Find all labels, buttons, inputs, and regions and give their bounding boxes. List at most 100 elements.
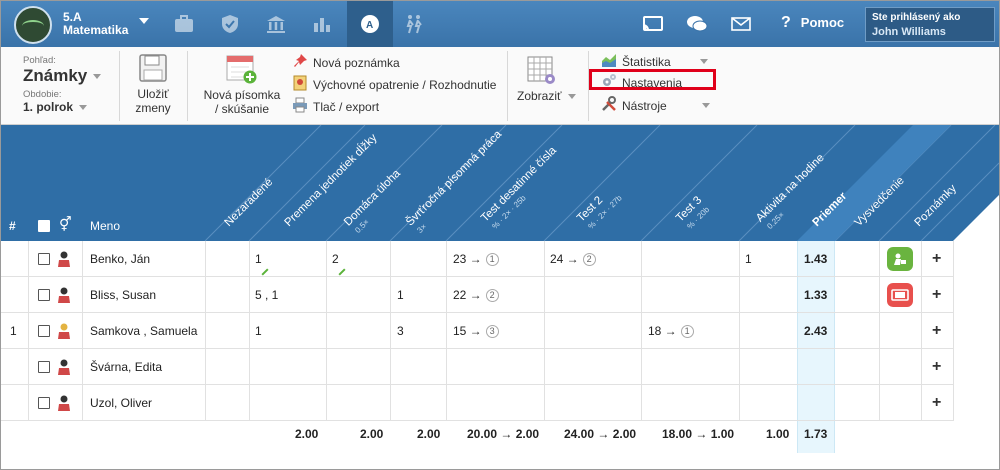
app-window: 5.A Matematika A ? Pomoc Ste prihlásený … <box>0 0 1000 470</box>
grade-domaca[interactable]: 2 <box>332 241 339 277</box>
mail-icon[interactable] <box>730 13 752 35</box>
student-average: 1.43 <box>804 252 828 266</box>
measure-button[interactable]: Výchovné opatrenie / Rozhodnutie <box>292 75 496 94</box>
grade-test2[interactable]: 24 → 2 <box>550 241 596 277</box>
row-checkbox[interactable] <box>38 385 50 421</box>
pin-icon <box>292 53 308 72</box>
footer-aktivita: 1.00 <box>766 427 790 441</box>
student-name[interactable]: Uzol, Oliver <box>90 385 152 421</box>
add-note-button[interactable]: + <box>932 349 941 385</box>
save-label-1: Uložiť <box>137 87 169 101</box>
tools-label: Nástroje <box>622 98 667 113</box>
grade-premena[interactable]: 5 , 1 <box>255 277 278 313</box>
grade-circle: 2 <box>582 252 596 266</box>
divider <box>119 51 120 121</box>
report-card-cell[interactable] <box>887 241 913 277</box>
row-checkbox[interactable] <box>38 277 50 313</box>
table-row[interactable]: Uzol, Oliver + <box>1 385 953 421</box>
grade-test-desatinne[interactable]: 23 → 1 <box>453 241 499 277</box>
gender-icon[interactable]: ⚥ <box>59 216 72 233</box>
add-note-button[interactable]: + <box>932 385 941 421</box>
tools-button[interactable]: Nástroje <box>601 96 710 115</box>
grade-test-desatinne[interactable]: 15 → 3 <box>453 313 499 349</box>
select-all-checkbox[interactable] <box>38 220 50 232</box>
footer-domaca: 2.00 <box>360 427 384 441</box>
measure-label: Výchovné opatrenie / Rozhodnutie <box>313 77 497 92</box>
student-name[interactable]: Samkova , Samuela <box>90 313 197 349</box>
grade-premena[interactable]: 1 <box>255 241 262 277</box>
grid-line <box>953 241 954 421</box>
bar-chart-icon[interactable] <box>299 1 345 47</box>
chat-icon[interactable] <box>686 13 708 35</box>
table-row[interactable]: Švárna, Edita + <box>1 349 953 385</box>
add-note-button[interactable]: + <box>932 241 941 277</box>
print-label: Tlač / export <box>313 99 380 114</box>
user-info[interactable]: Ste prihlásený ako John Williams <box>865 7 995 42</box>
save-label-2: zmeny <box>135 101 171 115</box>
row-checkbox[interactable] <box>38 241 50 277</box>
view-selector[interactable]: Pohľad: Známky <box>23 55 102 86</box>
row-checkbox[interactable] <box>38 349 50 385</box>
table-row[interactable]: 1 Samkova , Samuela 1 3 15 → 3 18 → 1 2.43… <box>1 313 953 349</box>
plus-icon: + <box>932 250 942 267</box>
subject-name: Matematika <box>63 23 129 37</box>
student-average: 2.43 <box>804 324 828 338</box>
grade-aktivita[interactable]: 1 <box>745 241 752 277</box>
table-row[interactable]: Bliss, Susan 5 , 1 1 22 → 2 1.33 + <box>1 277 953 313</box>
add-note-button[interactable]: + <box>932 313 941 349</box>
student-avatar <box>57 349 71 385</box>
student-name[interactable]: Bliss, Susan <box>90 277 156 313</box>
class-selector[interactable]: 5.A Matematika <box>63 11 128 37</box>
class-logo[interactable] <box>14 6 52 44</box>
certificate-green-icon[interactable] <box>887 247 913 271</box>
student-name[interactable]: Benko, Ján <box>90 241 150 277</box>
toolbar: Pohľad: Známky Obdobie: 1. polrok Uložiť… <box>1 47 999 125</box>
grades-icon[interactable]: A <box>347 1 393 47</box>
student-avatar <box>57 277 71 313</box>
new-note-label: Nová poznámka <box>313 55 400 70</box>
plus-icon: + <box>932 286 942 303</box>
chevron-down-icon <box>567 94 576 100</box>
printer-icon <box>292 97 308 116</box>
grade-stvrthodinova[interactable]: 1 <box>397 277 404 313</box>
footer-test3: 18.00 → 1.00 <box>662 427 735 441</box>
chevron-down-icon[interactable] <box>139 18 149 24</box>
plus-icon: + <box>932 322 942 339</box>
new-note-button[interactable]: Nová poznámka <box>292 53 400 72</box>
new-test-label-2: / skúšanie <box>214 102 270 116</box>
student-avatar <box>57 385 71 421</box>
grade-stvrthodinova[interactable]: 3 <box>397 313 404 349</box>
grade-circle: 2 <box>485 288 499 302</box>
grade-test-desatinne[interactable]: 22 → 2 <box>453 277 499 313</box>
grade-circle: 3 <box>485 324 499 338</box>
add-note-button[interactable]: + <box>932 277 941 313</box>
certificate-red-icon[interactable] <box>887 283 913 307</box>
walking-people-icon[interactable] <box>391 1 437 47</box>
column-name[interactable]: Meno <box>90 219 120 233</box>
save-button[interactable]: Uložiť zmeny <box>128 53 178 115</box>
grade-circle: 1 <box>680 324 694 338</box>
row-checkbox[interactable] <box>38 313 50 349</box>
show-button[interactable]: Zobraziť <box>517 55 583 103</box>
chevron-down-icon <box>79 105 88 111</box>
grade-premena[interactable]: 1 <box>255 313 262 349</box>
plus-icon: + <box>932 394 942 411</box>
svg-text:A: A <box>366 20 373 31</box>
help-button[interactable]: ? Pomoc <box>781 14 844 32</box>
report-card-cell[interactable] <box>887 277 913 313</box>
period-selector[interactable]: Obdobie: 1. polrok <box>23 89 88 114</box>
highlight-box <box>589 69 716 90</box>
grade-test3[interactable]: 18 → 1 <box>648 313 694 349</box>
top-navigation: 5.A Matematika A ? Pomoc Ste prihlásený … <box>1 1 999 47</box>
print-button[interactable]: Tlač / export <box>292 97 379 116</box>
shield-icon[interactable] <box>207 1 253 47</box>
divider <box>187 51 188 121</box>
briefcase-icon[interactable] <box>161 1 207 47</box>
table-row[interactable]: Benko, Ján 1 2 23 → 1 24 → 2 1 1.43 + <box>1 241 953 277</box>
footer-test-desatinne: 20.00 → 2.00 <box>467 427 540 441</box>
student-name[interactable]: Švárna, Edita <box>90 349 162 385</box>
cast-icon[interactable] <box>642 13 664 35</box>
grade-circle: 1 <box>485 252 499 266</box>
institution-icon[interactable] <box>253 1 299 47</box>
new-test-button[interactable]: Nová písomka / skúšanie <box>197 53 287 116</box>
